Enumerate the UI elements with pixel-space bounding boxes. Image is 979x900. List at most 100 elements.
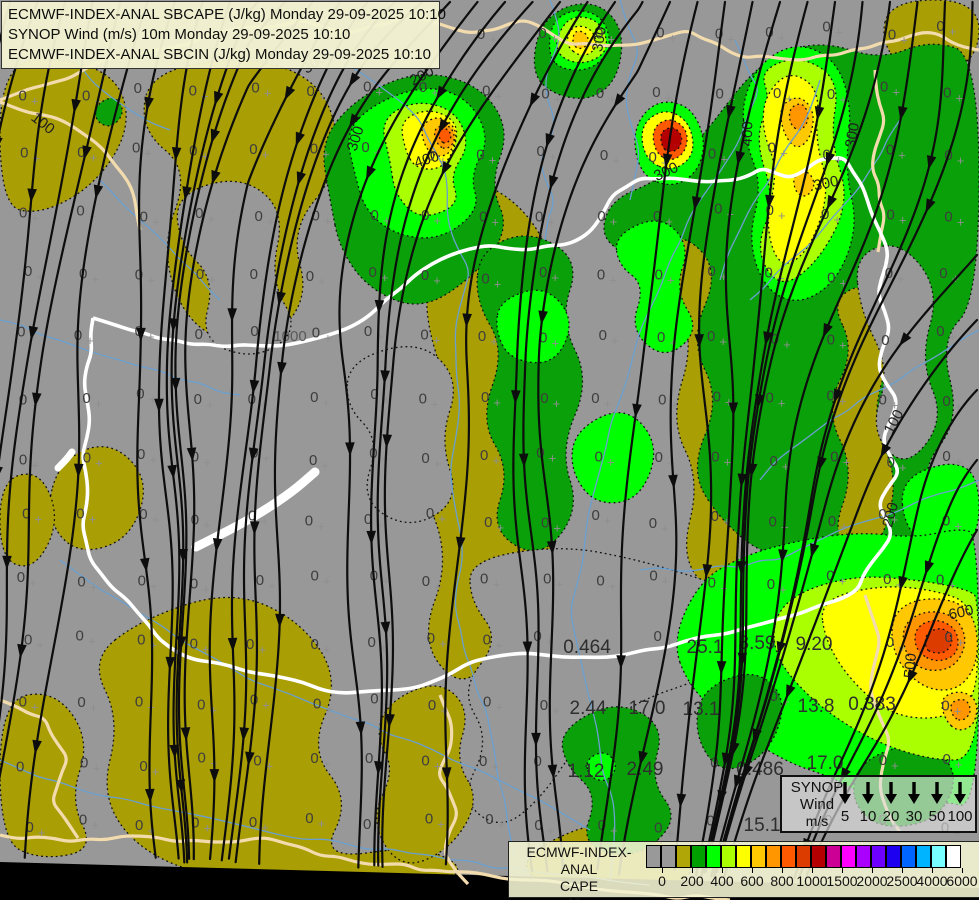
grid-point-cross: + xyxy=(323,574,331,589)
grid-zero-label: 0 xyxy=(313,695,321,712)
grid-point-cross: + xyxy=(666,825,674,840)
grid-point-cross: + xyxy=(92,760,100,775)
grid-zero-label: 0 xyxy=(655,267,663,284)
grid-point-cross: + xyxy=(440,703,448,718)
grid-zero-label: 0 xyxy=(371,207,379,224)
grid-point-cross: + xyxy=(262,698,270,713)
grid-zero-label: 0 xyxy=(310,750,318,767)
grid-point-cross: + xyxy=(607,454,615,469)
grid-point-cross: + xyxy=(833,212,841,227)
grid-point-cross: + xyxy=(949,329,957,344)
grid-zero-label: 0 xyxy=(597,267,605,284)
cape-legend-unit: J/kg xyxy=(513,895,645,900)
grid-zero-label: 0 xyxy=(363,816,371,833)
cape-region xyxy=(572,30,589,50)
cape-scale-cell xyxy=(931,845,946,868)
grid-zero-label: 0 xyxy=(770,453,778,470)
grid-point-cross: + xyxy=(260,514,268,529)
grid-zero-label: 0 xyxy=(476,147,484,164)
grid-zero-label: 0 xyxy=(306,268,314,285)
cape-scale-cell xyxy=(781,845,796,868)
grid-point-cross: + xyxy=(268,578,276,593)
grid-point-cross: + xyxy=(891,512,899,527)
grid-zero-label: 0 xyxy=(132,140,140,157)
grid-zero-label: 0 xyxy=(19,693,27,710)
grid-point-cross: + xyxy=(835,24,843,39)
grid-zero-label: 0 xyxy=(421,267,429,284)
grid-point-cross: + xyxy=(38,825,46,840)
grid-point-cross: + xyxy=(549,149,557,164)
grid-zero-label: 0 xyxy=(887,454,895,471)
grid-zero-label: 0 xyxy=(194,391,202,408)
grid-zero-label: 0 xyxy=(364,323,372,340)
grid-zero-label: 0 xyxy=(312,325,320,342)
grid-point-cross: + xyxy=(318,816,326,831)
cape-scale-cell xyxy=(826,845,841,868)
grid-zero-label: 0 xyxy=(481,389,489,406)
grid-zero-label: 0 xyxy=(878,506,886,523)
grid-zero-label: 0 xyxy=(19,205,27,222)
grid-point-cross: + xyxy=(90,580,98,595)
cape-legend-product: ECMWF-INDEX-ANAL xyxy=(526,844,632,877)
cape-legend: ECMWF-INDEX-ANAL CAPE J/kg 0200400600800… xyxy=(508,841,979,900)
grid-point-cross: + xyxy=(204,820,212,835)
grid-point-cross: + xyxy=(318,274,326,289)
grid-zero-label: 0 xyxy=(77,694,85,711)
grid-zero-label: 0 xyxy=(657,329,665,346)
grid-zero-label: 0 xyxy=(20,144,28,161)
grid-point-cross: + xyxy=(839,338,847,353)
grid-point-cross: + xyxy=(325,701,333,716)
grid-zero-label: 0 xyxy=(879,752,887,769)
grid-point-cross: + xyxy=(492,577,500,592)
grid-zero-label: 0 xyxy=(427,630,435,647)
grid-point-cross: + xyxy=(433,273,441,288)
station-value: 9.20 xyxy=(796,634,833,655)
grid-point-cross: + xyxy=(892,85,900,100)
grid-point-cross: + xyxy=(492,453,500,468)
grid-point-cross: + xyxy=(547,823,555,838)
grid-zero-label: 0 xyxy=(828,513,836,530)
grid-point-cross: + xyxy=(839,573,847,588)
grid-zero-label: 0 xyxy=(654,819,662,836)
grid-zero-label: 0 xyxy=(420,326,428,343)
grid-zero-label: 0 xyxy=(134,80,142,97)
grid-zero-label: 0 xyxy=(652,84,660,101)
wind-speed-arrow-icon xyxy=(951,781,969,805)
grid-point-cross: + xyxy=(95,456,103,471)
grid-point-cross: + xyxy=(665,90,673,105)
grid-point-cross: + xyxy=(90,150,98,165)
grid-point-cross: + xyxy=(264,85,272,100)
grid-point-cross: + xyxy=(553,396,561,411)
grid-point-cross: + xyxy=(434,213,442,228)
grid-point-cross: + xyxy=(261,820,269,835)
grid-point-cross: + xyxy=(553,521,561,536)
grid-point-cross: + xyxy=(609,579,617,594)
grid-zero-label: 0 xyxy=(766,389,774,406)
grid-point-cross: + xyxy=(34,512,42,527)
grid-zero-label: 0 xyxy=(649,568,657,585)
station-value: 17.0 xyxy=(629,698,666,719)
grid-zero-label: 0 xyxy=(942,751,950,768)
grid-point-cross: + xyxy=(203,518,211,533)
grid-point-cross: + xyxy=(31,93,39,108)
grid-zero-label: 0 xyxy=(139,758,147,775)
grid-zero-label: 0 xyxy=(369,264,377,281)
grid-point-cross: + xyxy=(495,638,503,653)
grid-point-cross: + xyxy=(322,146,330,161)
grid-point-cross: + xyxy=(258,642,266,657)
grid-point-cross: + xyxy=(324,331,332,346)
cape-scale-cell xyxy=(946,845,961,868)
grid-zero-label: 0 xyxy=(135,694,143,711)
cape-scale-cell xyxy=(691,845,706,868)
grid-zero-label: 0 xyxy=(190,635,198,652)
grid-point-cross: + xyxy=(434,759,442,774)
grid-point-cross: + xyxy=(434,456,442,471)
grid-zero-label: 0 xyxy=(944,629,952,646)
cape-scale-cell xyxy=(841,845,856,868)
grid-zero-label: 0 xyxy=(715,86,723,103)
grid-zero-label: 0 xyxy=(591,390,599,407)
grid-zero-label: 0 xyxy=(653,628,661,645)
grid-zero-label: 0 xyxy=(599,327,607,344)
grid-point-cross: + xyxy=(898,147,906,162)
station-value: 2.44 xyxy=(570,698,607,719)
